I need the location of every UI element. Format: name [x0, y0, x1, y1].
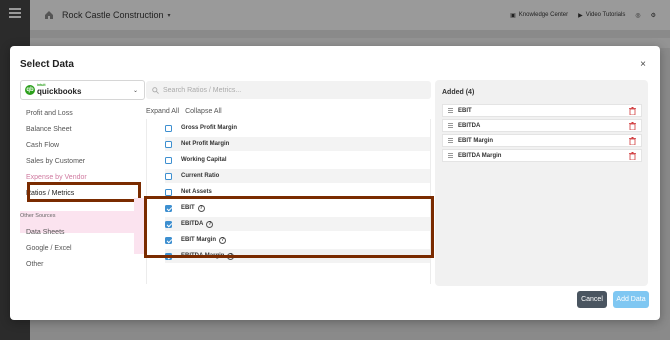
metric-row[interactable]: Working Capital [165, 153, 430, 167]
added-item[interactable]: EBIT Margin [442, 134, 642, 147]
source-dropdown[interactable]: qb intuit quickbooks ⌄ [20, 80, 145, 100]
quickbooks-logo-icon: qb [25, 85, 35, 95]
settings-icon[interactable]: ⚙ [651, 12, 656, 19]
cancel-button[interactable]: Cancel [577, 291, 607, 308]
metric-label: Net Assets [181, 189, 212, 195]
checkbox[interactable] [165, 188, 172, 196]
nav-other[interactable]: Other [26, 261, 44, 268]
search-placeholder: Search Ratios / Metrics... [163, 86, 242, 94]
trash-icon[interactable] [629, 151, 636, 160]
nav-cash-flow[interactable]: Cash Flow [26, 142, 59, 149]
checkbox[interactable] [165, 140, 172, 148]
company-name[interactable]: Rock Castle Construction [62, 10, 164, 20]
added-item[interactable]: EBITDA [442, 119, 642, 132]
app-header: Rock Castle Construction ▾ ▣ Knowledge Ce… [30, 0, 670, 30]
nav-balance-sheet[interactable]: Balance Sheet [26, 126, 72, 133]
selection-band [134, 198, 144, 254]
trash-icon[interactable] [629, 121, 636, 130]
added-title: Added (4) [442, 89, 475, 96]
brand-name: quickbooks [37, 86, 82, 96]
select-data-modal: Select Data × qb intuit quickbooks ⌄ Pro… [10, 46, 660, 320]
search-icon [152, 86, 159, 94]
drag-handle-icon[interactable] [448, 108, 453, 113]
checkbox[interactable] [165, 124, 172, 132]
add-data-button[interactable]: Add Data [613, 291, 649, 308]
knowledge-center-label: Knowledge Center [518, 12, 569, 18]
added-item-label: EBIT [458, 107, 472, 114]
close-icon[interactable]: × [640, 59, 646, 70]
nav-profit-and-loss[interactable]: Profit and Loss [26, 110, 73, 117]
metric-row[interactable]: Current Ratio [165, 169, 430, 183]
drag-handle-icon[interactable] [448, 153, 453, 158]
book-icon: ▣ [510, 12, 516, 19]
nav-expense-by-vendor[interactable]: Expense by Vendor [26, 174, 87, 181]
added-item[interactable]: EBITDA Margin [442, 149, 642, 162]
menu-icon[interactable] [9, 8, 21, 20]
video-icon: ▶ [578, 12, 583, 19]
nav-sales-by-customer[interactable]: Sales by Customer [26, 158, 85, 165]
drag-handle-icon[interactable] [448, 123, 453, 128]
nav-data-sheets[interactable]: Data Sheets [26, 229, 65, 236]
metric-label: Working Capital [181, 157, 227, 163]
collapse-all-link[interactable]: Collapse All [185, 108, 222, 115]
video-tutorials-link[interactable]: ▶ Video Tutorials [578, 12, 625, 19]
trash-icon[interactable] [629, 106, 636, 115]
other-sources-label: Other Sources [20, 213, 56, 219]
drag-handle-icon[interactable] [448, 138, 453, 143]
source-panel: qb intuit quickbooks ⌄ Profit and Loss B… [20, 80, 145, 316]
added-item[interactable]: EBIT [442, 104, 642, 117]
checkbox[interactable] [165, 156, 172, 164]
checkbox[interactable] [165, 172, 172, 180]
metric-row[interactable]: Gross Profit Margin [165, 121, 430, 135]
expand-all-link[interactable]: Expand All [146, 108, 179, 115]
nav-google-excel[interactable]: Google / Excel [26, 245, 72, 252]
video-tutorials-label: Video Tutorials [585, 12, 626, 18]
search-input[interactable]: Search Ratios / Metrics... [146, 81, 431, 99]
chevron-down-icon: ⌄ [132, 87, 138, 94]
metric-label: Net Profit Margin [181, 141, 230, 147]
trash-icon[interactable] [629, 136, 636, 145]
help-icon[interactable]: ◎ [635, 12, 640, 19]
added-item-label: EBIT Margin [458, 137, 494, 144]
highlight-box [27, 182, 141, 202]
metric-row[interactable]: Net Profit Margin [165, 137, 430, 151]
modal-title: Select Data [20, 59, 74, 70]
added-item-label: EBITDA [458, 122, 481, 129]
metric-label: Gross Profit Margin [181, 125, 238, 131]
home-icon[interactable] [44, 10, 54, 20]
added-panel: Added (4) EBIT EBITDA EBIT Margin EBITDA… [435, 80, 648, 286]
chevron-down-icon[interactable]: ▾ [168, 12, 171, 19]
metric-label: Current Ratio [181, 173, 220, 179]
added-item-label: EBITDA Margin [458, 152, 502, 159]
knowledge-center-link[interactable]: ▣ Knowledge Center [510, 12, 568, 19]
metrics-panel: Search Ratios / Metrics... Expand All Co… [134, 80, 434, 316]
highlight-box [144, 196, 434, 258]
